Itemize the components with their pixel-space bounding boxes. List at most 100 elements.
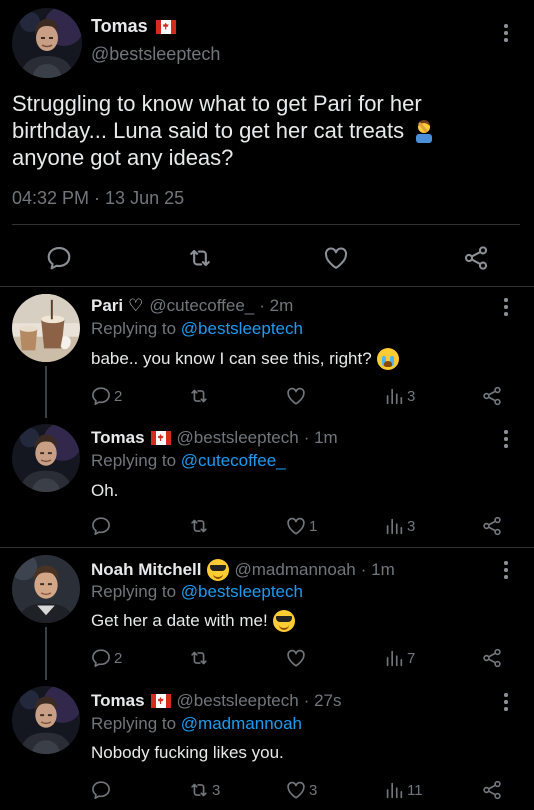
reply-text-content: babe.. you know I can see this, right?	[91, 349, 372, 368]
like-button[interactable]: 3	[285, 778, 317, 802]
retweet-button[interactable]	[188, 384, 212, 408]
replying-to-prefix: Replying to	[91, 319, 177, 338]
more-options-icon[interactable]	[503, 561, 509, 581]
share-button[interactable]	[481, 514, 503, 538]
main-tweet: Tomas @bestsleeptech Struggling to know …	[0, 0, 534, 288]
tweet-text-line: anyone got any ideas?	[12, 145, 234, 170]
share-button[interactable]	[481, 646, 503, 670]
tweet-text: Struggling to know what to get Pari for …	[12, 90, 492, 171]
author-name[interactable]: Tomas	[91, 428, 145, 448]
author-handle[interactable]: @bestsleeptech	[91, 44, 220, 65]
avatar[interactable]	[12, 686, 80, 754]
reply-text: Nobody fucking likes you.	[91, 743, 284, 763]
main-action-bar	[0, 236, 534, 276]
divider	[0, 547, 534, 548]
views-icon	[383, 779, 405, 801]
like-count: 3	[309, 781, 318, 799]
retweet-icon[interactable]	[186, 244, 214, 272]
reply-button[interactable]	[90, 778, 114, 802]
like-button[interactable]: 1	[285, 514, 317, 538]
views-button[interactable]: 11	[383, 778, 423, 802]
reply-tweet: Noah Mitchell @madmannoah · 1m Replying …	[0, 549, 534, 680]
reply-action-bar: 2 3	[0, 384, 534, 414]
views-button[interactable]: 3	[383, 384, 415, 408]
more-options-icon[interactable]	[503, 430, 509, 450]
avatar[interactable]	[12, 8, 82, 78]
reply-action-bar: 1 3	[0, 514, 534, 544]
reply-age: · 1m	[303, 428, 338, 447]
reply-icon	[90, 515, 112, 537]
view-count: 7	[407, 649, 416, 667]
retweet-button[interactable]	[188, 514, 212, 538]
tweet-text-line: birthday... Luna said to get her cat tre…	[12, 117, 492, 144]
reply-action-bar: 2 7	[0, 646, 534, 676]
author-name[interactable]: Tomas	[91, 16, 176, 37]
views-icon	[383, 515, 405, 537]
author-handle[interactable]: @bestsleeptech	[177, 428, 299, 448]
more-options-icon[interactable]	[503, 693, 509, 713]
like-icon	[285, 647, 307, 669]
like-icon	[285, 385, 307, 407]
replying-to-prefix: Replying to	[91, 582, 177, 601]
reply-age: · 1m	[360, 560, 395, 579]
share-icon[interactable]	[462, 244, 490, 272]
reply-age: · 27s	[303, 691, 342, 710]
reply-header: Pari ♡ @cutecoffee_ · 2m	[91, 296, 293, 316]
share-button[interactable]	[481, 778, 503, 802]
avatar[interactable]	[12, 424, 80, 492]
canada-flag-icon	[150, 694, 171, 708]
share-icon	[481, 647, 503, 669]
reply-action-bar: 3 3 11	[0, 778, 534, 808]
replying-to-prefix: Replying to	[91, 451, 177, 470]
share-icon	[481, 779, 503, 801]
like-count: 1	[309, 517, 318, 535]
retweet-icon	[188, 779, 210, 801]
retweet-button[interactable]: 3	[188, 778, 220, 802]
author-handle[interactable]: @cutecoffee_	[149, 296, 254, 316]
mention-link[interactable]: @bestsleeptech	[181, 582, 303, 601]
reply-text: babe.. you know I can see this, right?	[91, 348, 399, 370]
tweet-timestamp[interactable]: 04:32 PM · 13 Jun 25	[12, 188, 184, 209]
reply-button[interactable]: 2	[90, 384, 122, 408]
replying-to: Replying to @bestsleeptech	[91, 319, 303, 339]
replying-to: Replying to @cutecoffee_	[91, 451, 286, 471]
mention-link[interactable]: @madmannoah	[181, 714, 302, 733]
view-count: 11	[407, 781, 423, 799]
replying-to: Replying to @bestsleeptech	[91, 582, 303, 602]
views-button[interactable]: 7	[383, 646, 415, 670]
author-name[interactable]: Noah Mitchell	[91, 560, 202, 580]
like-button[interactable]	[285, 646, 309, 670]
author-name[interactable]: Pari	[91, 296, 123, 316]
like-icon	[285, 779, 307, 801]
avatar[interactable]	[12, 555, 80, 623]
divider	[12, 224, 520, 225]
share-button[interactable]	[481, 384, 503, 408]
views-button[interactable]: 3	[383, 514, 415, 538]
reply-button[interactable]: 2	[90, 646, 122, 670]
avatar[interactable]	[12, 294, 80, 362]
retweet-icon	[188, 515, 210, 537]
crying-emoji-icon	[376, 348, 399, 370]
replying-to-prefix: Replying to	[91, 714, 177, 733]
share-icon	[481, 385, 503, 407]
like-button[interactable]	[285, 384, 309, 408]
more-options-icon[interactable]	[503, 24, 509, 44]
reply-text-content: Get her a date with me!	[91, 611, 268, 630]
mention-link[interactable]: @bestsleeptech	[181, 319, 303, 338]
reply-text: Oh.	[91, 481, 118, 501]
reply-age: · 2m	[259, 296, 294, 315]
tweet-text-line-content: birthday... Luna said to get her cat tre…	[12, 118, 405, 143]
more-options-icon[interactable]	[503, 298, 509, 318]
replying-to: Replying to @madmannoah	[91, 714, 302, 734]
author-handle[interactable]: @madmannoah	[235, 560, 356, 580]
author-name-text[interactable]: Tomas	[91, 16, 148, 37]
reply-icon[interactable]	[45, 244, 73, 272]
mention-link[interactable]: @cutecoffee_	[181, 451, 286, 470]
retweet-button[interactable]	[188, 646, 212, 670]
reply-button[interactable]	[90, 514, 114, 538]
reply-icon	[90, 647, 112, 669]
like-icon[interactable]	[322, 244, 350, 272]
retweet-icon	[188, 385, 210, 407]
author-handle[interactable]: @bestsleeptech	[177, 691, 299, 711]
author-name[interactable]: Tomas	[91, 691, 145, 711]
